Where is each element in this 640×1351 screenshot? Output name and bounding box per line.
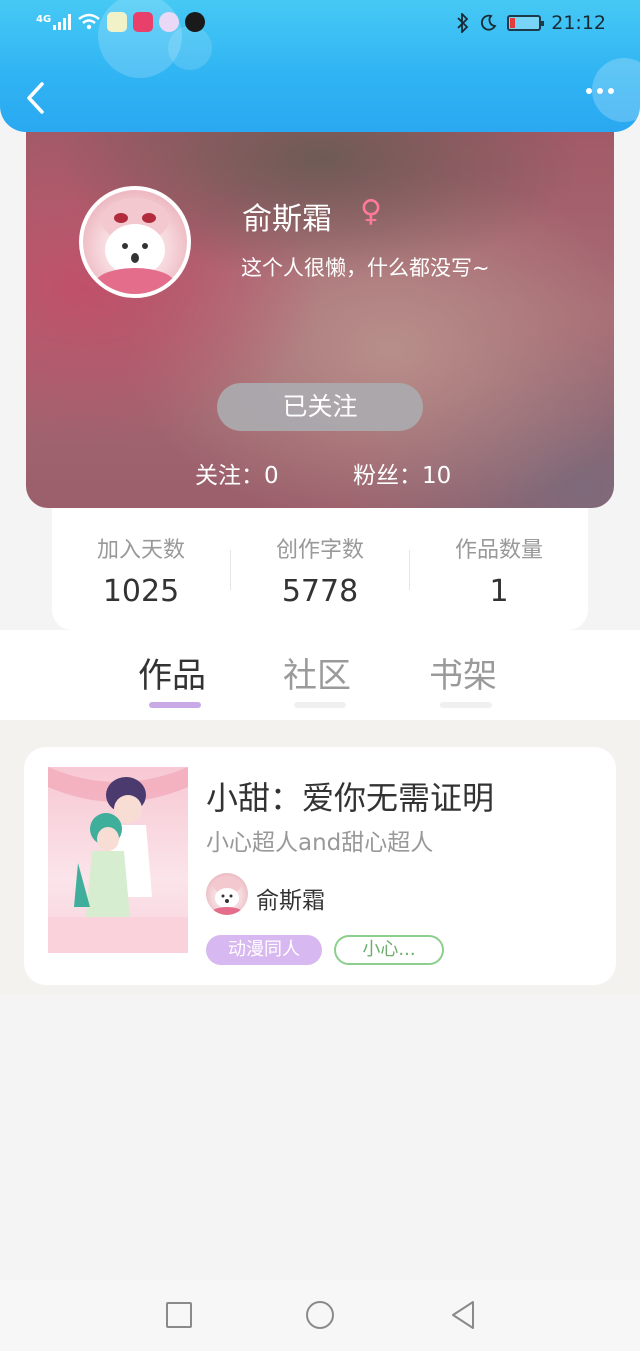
purple-app-icon [159, 12, 180, 32]
nickname: 俞斯霜 [242, 202, 332, 237]
fans-count[interactable]: 粉丝：10 [353, 456, 451, 490]
avatar-image [95, 198, 175, 294]
book-cover[interactable] [48, 767, 188, 953]
stat-works-count: 作品数量 1 [410, 532, 588, 609]
book-card[interactable]: 小甜：爱你无需证明 小心超人and甜心超人 俞斯霜 动漫同人 小心... [24, 747, 616, 985]
stat-word-count: 创作字数 5778 [231, 532, 409, 609]
stat-join-days: 加入天数 1025 [52, 532, 230, 609]
status-time: 21:12 [551, 12, 606, 34]
female-icon: ♀ [360, 194, 382, 229]
system-navigation-bar [0, 1280, 640, 1351]
wechat-app-icon [107, 12, 128, 32]
author-avatar [206, 873, 248, 915]
stat-label: 加入天数 [96, 538, 185, 563]
topic-tag[interactable]: 小心... [334, 935, 444, 965]
tab-indicator-active [149, 702, 201, 708]
tab-indicator [294, 702, 346, 708]
genre-tag[interactable]: 动漫同人 [206, 935, 322, 965]
cover-illustration [48, 767, 188, 953]
stat-value: 1 [489, 574, 509, 609]
avatar[interactable] [79, 186, 191, 298]
stat-value: 1025 [102, 574, 180, 609]
followed-button[interactable]: 已关注 [217, 383, 423, 431]
book-subtitle: 小心超人and甜心超人 [206, 830, 434, 856]
back-arrow-icon[interactable] [22, 80, 52, 116]
book-title[interactable]: 小甜：爱你无需证明 [206, 773, 494, 819]
home-icon[interactable] [306, 1301, 334, 1329]
stat-label: 创作字数 [275, 538, 364, 563]
stats-panel: 加入天数 1025 创作字数 5778 作品数量 1 [52, 508, 588, 630]
tab-works[interactable]: 作品 [138, 648, 206, 697]
top-header: 4G 21:12 [0, 0, 640, 132]
bio-text: 这个人很懒，什么都没写~ [241, 256, 490, 280]
recent-apps-icon[interactable] [166, 1302, 192, 1328]
tab-indicator [440, 702, 492, 708]
tab-bar: 作品 社区 书架 [0, 630, 640, 720]
wifi-icon [78, 13, 100, 30]
tiktok-app-icon [185, 12, 206, 32]
author-name: 俞斯霜 [256, 888, 325, 914]
status-bar: 4G 21:12 [0, 0, 640, 50]
network-type: 4G [36, 13, 52, 25]
stat-label: 作品数量 [454, 538, 543, 563]
moon-icon [481, 14, 497, 31]
signal-icon [53, 14, 72, 30]
bluetooth-icon [457, 13, 469, 33]
red-app-icon [133, 12, 154, 32]
tab-bookshelf[interactable]: 书架 [429, 648, 497, 697]
battery-icon [507, 15, 545, 31]
more-options-icon[interactable] [586, 88, 614, 94]
stat-value: 5778 [281, 574, 359, 609]
back-triangle-icon[interactable] [450, 1300, 476, 1330]
following-count[interactable]: 关注：0 [195, 456, 279, 490]
profile-card: 俞斯霜 ♀ 这个人很懒，什么都没写~ 已关注 关注：0 粉丝：10 [26, 110, 614, 508]
tab-community[interactable]: 社区 [283, 648, 351, 697]
